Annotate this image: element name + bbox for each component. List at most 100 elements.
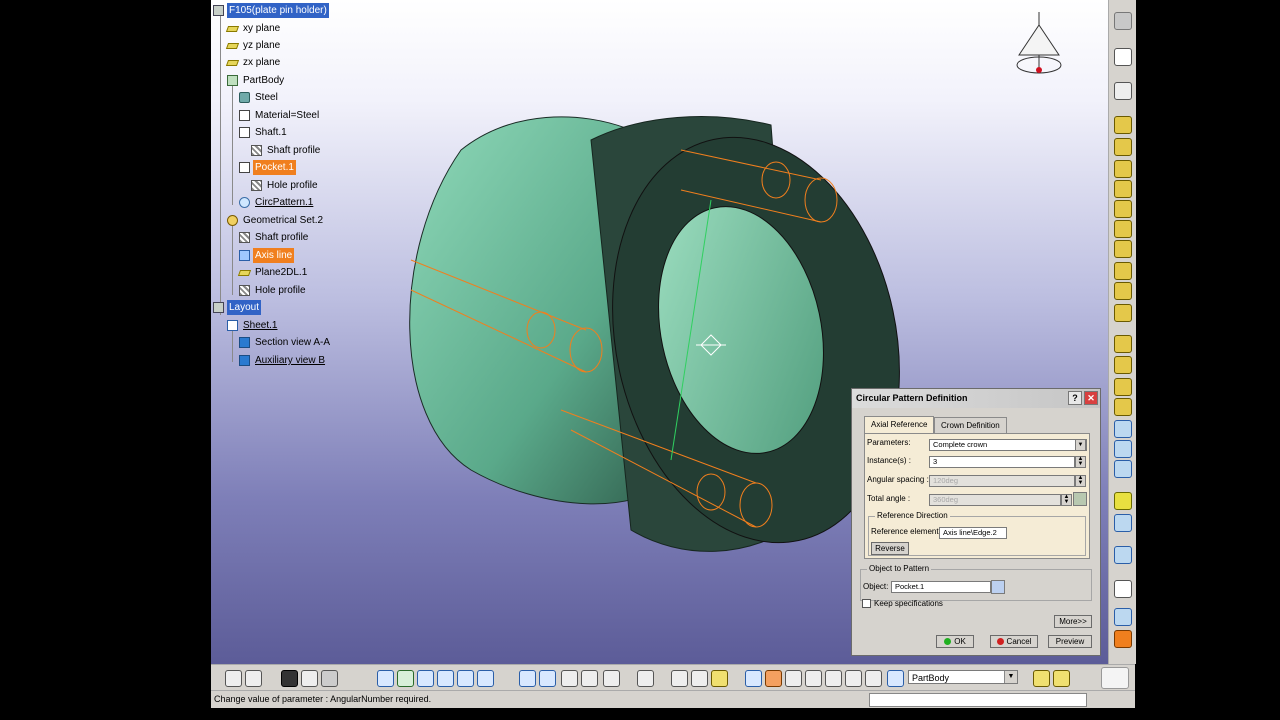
tree-item-yz-plane[interactable]: yz plane — [225, 38, 282, 53]
tree-icon[interactable] — [301, 670, 318, 687]
translate-icon[interactable] — [1114, 460, 1132, 478]
tree-item-section-view[interactable]: Section view A-A — [239, 335, 332, 350]
tree-item-pocket[interactable]: Pocket.1 — [239, 160, 296, 175]
list-icon[interactable] — [865, 670, 882, 687]
close-button[interactable]: ✕ — [1084, 391, 1098, 405]
measure-item-icon[interactable] — [691, 670, 708, 687]
more-button[interactable]: More>> — [1054, 615, 1092, 628]
tree-item-axis-line[interactable]: Axis line — [239, 248, 295, 263]
command-input[interactable] — [869, 693, 1087, 707]
rotate-icon[interactable] — [437, 670, 454, 687]
compass-icon[interactable] — [805, 670, 822, 687]
shaft-icon[interactable] — [1114, 160, 1132, 178]
select-arrow-icon[interactable] — [1114, 48, 1132, 66]
formula-icon[interactable] — [1073, 492, 1087, 506]
constraint-icon[interactable] — [1114, 546, 1132, 564]
hole-icon[interactable] — [1114, 200, 1132, 218]
pocket-icon[interactable] — [1114, 138, 1132, 156]
pattern-icon[interactable] — [1114, 420, 1132, 438]
tree-item-sheet[interactable]: Sheet.1 — [227, 318, 279, 333]
zoom-in-icon[interactable] — [457, 670, 474, 687]
measure-between-icon[interactable] — [671, 670, 688, 687]
snap-icon[interactable] — [845, 670, 862, 687]
tree-item-plane2dl[interactable]: Plane2DL.1 — [237, 265, 309, 280]
shading-icon[interactable] — [603, 670, 620, 687]
tree-item-hole-profile[interactable]: Hole profile — [251, 178, 320, 193]
reverse-button[interactable]: Reverse — [871, 542, 909, 555]
tree-item-hole-profile-2[interactable]: Hole profile — [239, 283, 308, 298]
cancel-button[interactable]: Cancel — [990, 635, 1038, 648]
boolean-icon[interactable] — [1114, 492, 1132, 510]
groove-icon[interactable] — [1114, 180, 1132, 198]
update-icon[interactable] — [637, 670, 654, 687]
solid-icon[interactable] — [1114, 262, 1132, 280]
gear-icon[interactable] — [1114, 12, 1132, 30]
tree-item-material[interactable]: Material=Steel — [239, 108, 321, 123]
tab-crown-definition[interactable]: Crown Definition — [934, 417, 1007, 434]
reference-element-input[interactable]: Axis line\Edge.2 — [939, 527, 1007, 539]
tree-item-layout[interactable]: Layout — [213, 300, 262, 315]
assemble-icon[interactable] — [1114, 514, 1132, 532]
fillet-icon[interactable] — [1114, 335, 1132, 353]
constraint-icon[interactable] — [745, 670, 762, 687]
tree-item-auxiliary-view[interactable]: Auxiliary view B — [239, 353, 327, 368]
instances-spinner[interactable]: ▲ ▼ — [1075, 456, 1086, 468]
tree-root[interactable]: F105(plate pin holder) — [213, 3, 329, 18]
reaction-icon[interactable] — [1053, 670, 1070, 687]
tree-item-label: CircPattern.1 — [255, 197, 314, 208]
preview-button[interactable]: Preview — [1048, 635, 1092, 648]
hide-show-icon[interactable] — [561, 670, 578, 687]
select-object-icon[interactable] — [991, 580, 1005, 594]
fit-all-icon[interactable] — [397, 670, 414, 687]
object-input[interactable]: Pocket.1 — [891, 581, 991, 593]
instances-input[interactable]: 3 — [929, 456, 1075, 468]
fly-icon[interactable] — [377, 670, 394, 687]
mirror-icon[interactable] — [1114, 440, 1132, 458]
draft-icon[interactable] — [1114, 378, 1132, 396]
tree-item-geoset[interactable]: Geometrical Set.2 — [227, 213, 325, 228]
tree-item-steel[interactable]: Steel — [239, 90, 280, 105]
tree-item-shaft-profile-2[interactable]: Shaft profile — [239, 230, 310, 245]
define-in-work-icon[interactable] — [887, 670, 904, 687]
help-button[interactable]: ? — [1068, 391, 1082, 405]
parameters-select[interactable]: Complete crown — [929, 439, 1087, 451]
formula-icon[interactable] — [225, 670, 242, 687]
iso-view-icon[interactable] — [539, 670, 556, 687]
material-icon[interactable] — [711, 670, 728, 687]
tree-item-circpattern[interactable]: CircPattern.1 — [239, 195, 315, 210]
tree-item-shaft-profile[interactable]: Shaft profile — [251, 143, 322, 158]
ok-button[interactable]: OK — [936, 635, 974, 648]
zoom-out-icon[interactable] — [477, 670, 494, 687]
chevron-down-icon[interactable]: ▼ — [1075, 439, 1086, 451]
tree-item-partbody[interactable]: PartBody — [227, 73, 286, 88]
sketch-icon[interactable] — [1114, 82, 1132, 100]
body-select[interactable]: PartBody ▼ — [908, 670, 1018, 684]
hand-pan-icon[interactable] — [765, 670, 782, 687]
ok-icon — [944, 638, 952, 646]
apply-material-icon[interactable] — [1114, 630, 1132, 648]
swap-visible-icon[interactable] — [581, 670, 598, 687]
analysis-icon[interactable] — [1114, 608, 1132, 626]
hand-icon[interactable] — [321, 670, 338, 687]
tree-item-xy-plane[interactable]: xy plane — [225, 21, 282, 36]
keep-specifications-checkbox[interactable] — [862, 599, 871, 608]
table-icon[interactable] — [281, 670, 298, 687]
pan-icon[interactable] — [417, 670, 434, 687]
pad-icon[interactable] — [1114, 116, 1132, 134]
tab-axial-reference[interactable]: Axial Reference — [864, 416, 935, 434]
removed-section-icon[interactable] — [1114, 304, 1132, 322]
rib-icon[interactable] — [1114, 220, 1132, 238]
axis-system-icon[interactable] — [785, 670, 802, 687]
measure-icon[interactable] — [1114, 580, 1132, 598]
knowledge-icon[interactable] — [1033, 670, 1050, 687]
multi-section-icon[interactable] — [1114, 282, 1132, 300]
tree-item-shaft[interactable]: Shaft.1 — [239, 125, 289, 140]
comment-icon[interactable] — [245, 670, 262, 687]
tree-item-zx-plane[interactable]: zx plane — [225, 55, 282, 70]
normal-view-icon[interactable] — [519, 670, 536, 687]
object-to-pattern-group: Object to Pattern Object: Pocket.1 — [860, 564, 1092, 601]
shell-icon[interactable] — [1114, 398, 1132, 416]
grid-icon[interactable] — [825, 670, 842, 687]
chamfer-icon[interactable] — [1114, 356, 1132, 374]
slot-icon[interactable] — [1114, 240, 1132, 258]
